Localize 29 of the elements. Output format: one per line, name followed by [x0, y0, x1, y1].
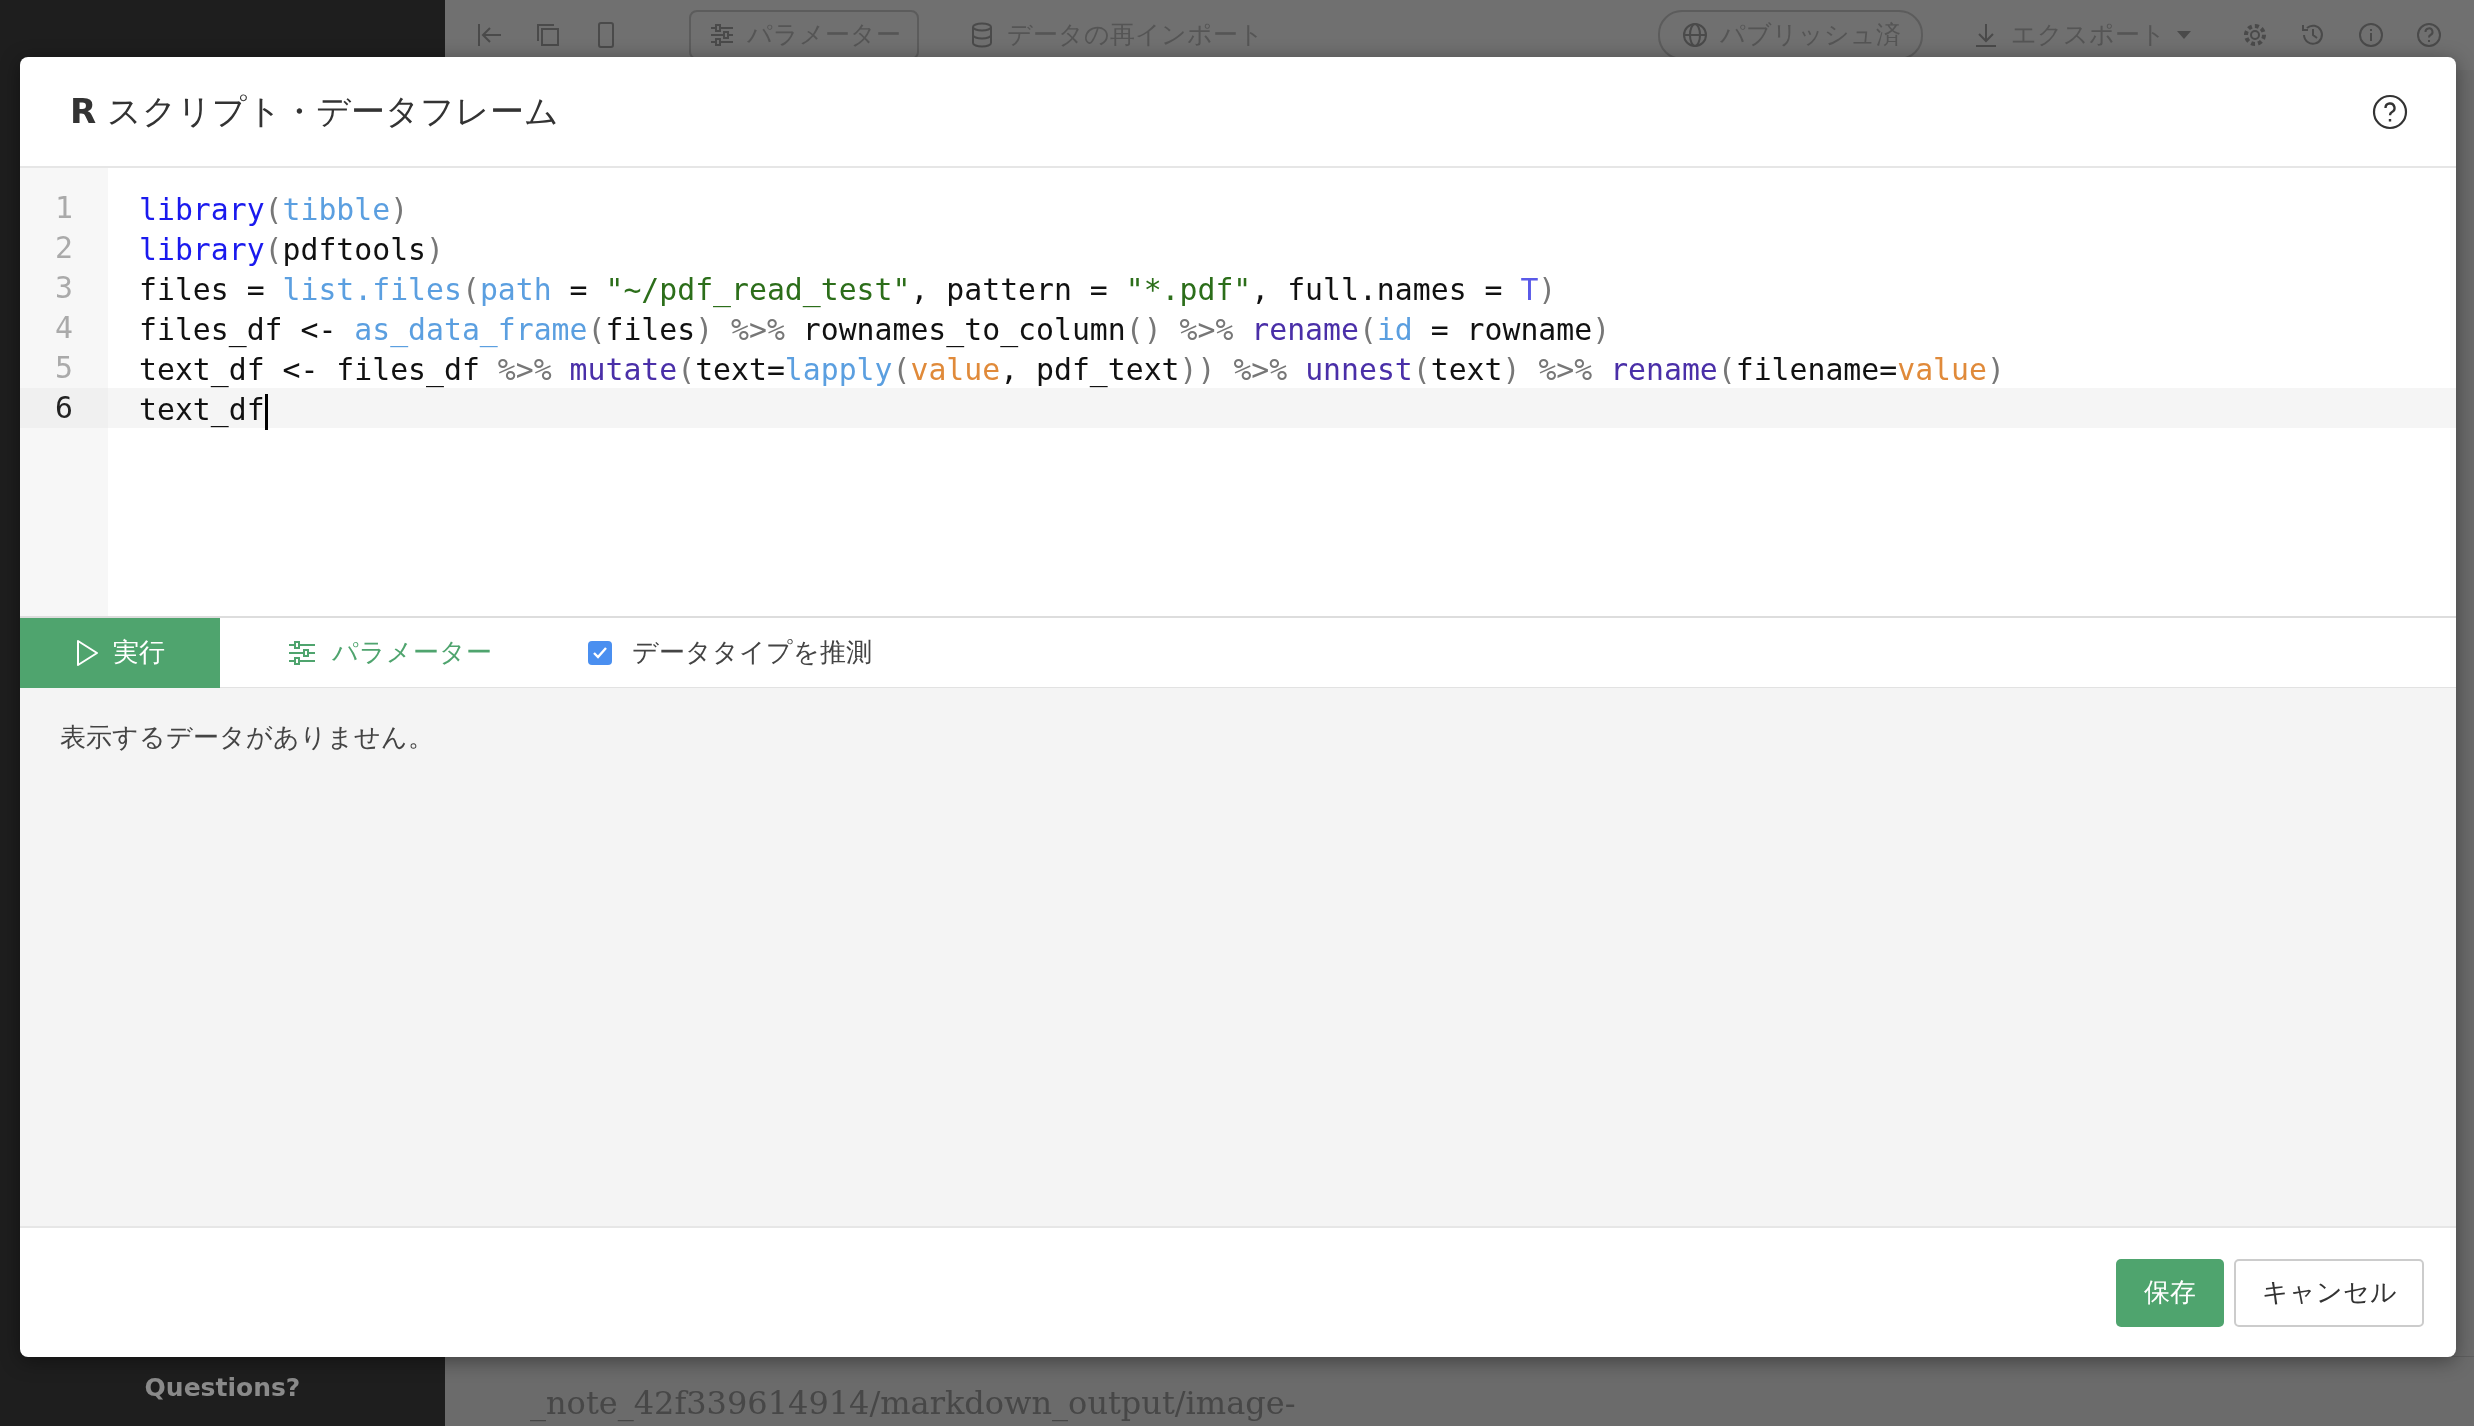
code-line: text_df <- files_df %>% mutate(text=lapply(value, pdf_text)) %>% unnest(text) %>% rename(filename=value): [138, 351, 2005, 390]
line-number: 1: [54, 189, 74, 227]
code-line: library(pdftools): [138, 231, 444, 269]
questions-link[interactable]: Questions?: [0, 1368, 445, 1426]
line-number: 6: [20, 388, 108, 428]
globe-icon: [1680, 20, 1710, 50]
sliders-icon: [288, 639, 316, 666]
line-number: 2: [54, 229, 74, 267]
code-line: files_df <- as_data_frame(files) %>% rownames_to_column() %>% rename(id = rowname): [138, 311, 1611, 350]
info-icon[interactable]: [2356, 20, 2386, 50]
checkmark-icon: [592, 645, 608, 660]
caret-icon: [2176, 30, 2192, 40]
checkbox[interactable]: [588, 640, 612, 665]
empty-message: 表示するデータがありません。: [60, 721, 435, 754]
code-line: library(tibble): [138, 191, 409, 229]
cancel-button[interactable]: キャンセル: [2234, 1258, 2424, 1327]
save-button[interactable]: 保存: [2116, 1258, 2224, 1327]
line-number: 5: [54, 349, 74, 387]
dialog-title: R スクリプト・データフレーム: [70, 90, 559, 133]
play-icon: [75, 638, 99, 667]
help-icon[interactable]: [2372, 93, 2408, 130]
run-button[interactable]: 実行: [20, 617, 220, 688]
code-line: text_df: [138, 391, 265, 430]
checkbox-label[interactable]: データタイプを推測: [632, 633, 872, 672]
line-number: 4: [54, 309, 74, 347]
code-editor[interactable]: [20, 168, 2456, 618]
line-number: 3: [54, 269, 74, 307]
code-line: files = list.files(path = "~/pdf_read_test", pattern = "*.pdf", full.names = T): [138, 271, 1557, 310]
parameters-button[interactable]: パラメーター: [282, 632, 498, 673]
